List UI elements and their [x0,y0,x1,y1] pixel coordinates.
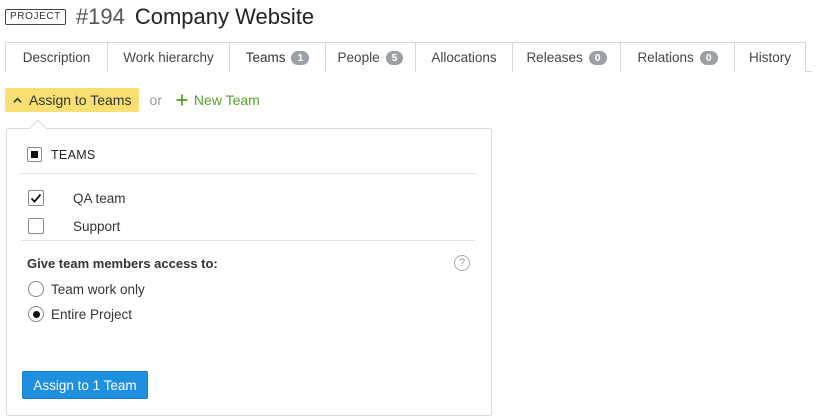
tab-releases[interactable]: Releases 0 [512,42,621,72]
page-title: Company Website [134,4,315,29]
tab-label: People [337,50,380,65]
tab-label: Releases [526,50,583,65]
question-icon[interactable]: ? [454,255,470,271]
tab-history[interactable]: History [734,42,806,72]
tab-work-hierarchy[interactable]: Work hierarchy [107,42,230,72]
count-badge: 0 [588,50,607,65]
access-label: Give team members access to: [27,256,218,271]
teams-select-all[interactable]: TEAMS [27,147,96,162]
teams-header-label: TEAMS [51,147,96,162]
tab-label: Teams [245,50,286,65]
tab-allocations[interactable]: Allocations [415,42,513,72]
access-option-label: Entire Project [51,306,133,322]
access-option-team-work-only[interactable]: Team work only [28,281,145,297]
assign-teams-popover: TEAMS QA team Support Give team members … [6,119,492,416]
checkmark-icon [30,193,42,203]
tab-label: Work hierarchy [123,50,214,65]
assign-submit-button[interactable]: Assign to 1 Team [22,371,148,399]
access-option-entire-project[interactable]: Entire Project [28,306,132,322]
count-badge: 5 [385,50,404,65]
new-team-link[interactable]: New Team [176,92,260,108]
access-option-label: Team work only [51,281,145,297]
tab-label: Relations [637,50,694,65]
assign-to-teams-button[interactable]: Assign to Teams [5,88,140,112]
entity-id: #194 [75,4,125,29]
tab-label: Allocations [431,50,497,65]
divider [21,240,475,241]
tab-people[interactable]: People 5 [325,42,416,72]
popover-caret [29,119,47,137]
assign-to-teams-label: Assign to Teams [29,92,132,108]
tab-bar: Description Work hierarchy Teams 1 Peopl… [5,42,812,73]
team-checkbox[interactable] [28,190,44,206]
chevron-up-icon [13,97,22,103]
radio-button[interactable] [28,306,44,322]
team-name: QA team [73,190,126,206]
tab-label: Description [22,50,91,65]
tab-teams[interactable]: Teams 1 [229,42,326,73]
plus-icon [176,94,188,106]
divider [21,173,475,174]
count-badge: 1 [291,50,310,65]
team-checkbox[interactable] [28,218,44,234]
team-name: Support [73,218,121,234]
or-separator: or [149,92,162,108]
select-all-checkbox[interactable] [27,147,42,162]
action-row: Assign to Teams or New Team [5,88,260,112]
team-option-support[interactable]: Support [28,218,120,234]
new-team-label: New Team [193,92,260,108]
tab-relations[interactable]: Relations 0 [620,42,735,72]
team-option-qa-team[interactable]: QA team [28,190,126,206]
page-header: PROJECT #194 Company Website [5,4,314,30]
tab-label: History [748,50,791,65]
radio-button[interactable] [28,281,44,297]
entity-type-badge: PROJECT [5,9,66,25]
tab-description[interactable]: Description [5,42,108,72]
count-badge: 0 [699,50,718,65]
